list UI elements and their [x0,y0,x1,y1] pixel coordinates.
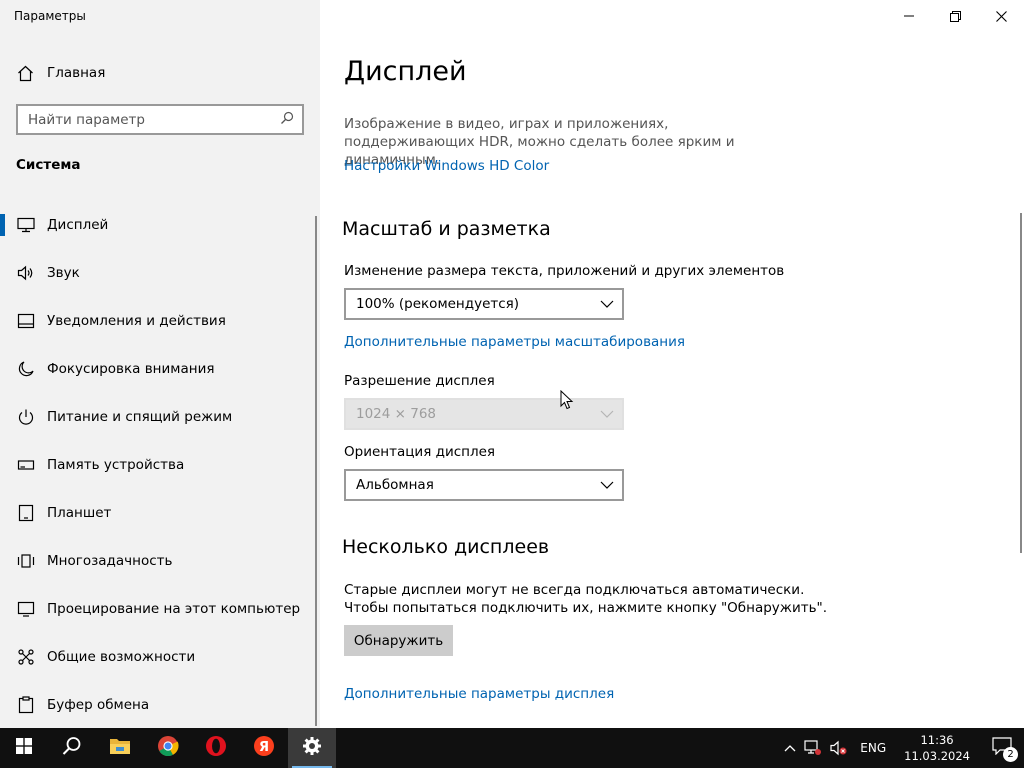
start-button[interactable] [0,728,48,768]
settings-search[interactable] [16,104,304,135]
sidebar-item-label: Буфер обмена [47,697,150,713]
resolution-label: Разрешение дисплея [344,373,495,389]
taskbar-yandex[interactable]: Я [240,728,288,768]
taskbar-settings[interactable] [288,728,336,768]
sidebar-nav: Дисплей Звук Уведомления и действия Фоку… [0,201,320,729]
hd-color-link[interactable]: Настройки Windows HD Color [344,158,549,174]
restore-button[interactable] [932,0,978,32]
file-explorer-icon [109,737,131,759]
orientation-dropdown[interactable]: Альбомная [344,469,624,501]
volume-muted-icon[interactable] [826,728,852,768]
chevron-down-icon [600,296,614,312]
clipboard-icon [16,695,36,715]
home-label: Главная [47,65,106,81]
project-icon [16,599,36,619]
sidebar-item-display[interactable]: Дисплей [0,201,320,249]
tablet-icon [16,503,36,523]
sidebar-item-label: Проецирование на этот компьютер [47,601,301,617]
scale-value: 100% (рекомендуется) [356,296,520,312]
sidebar-item-storage[interactable]: Память устройства [0,441,320,489]
language-indicator[interactable]: ENG [852,728,894,768]
moon-icon [16,359,36,379]
taskbar-chrome[interactable] [144,728,192,768]
yandex-icon: Я [253,735,275,761]
chevron-down-icon [600,406,614,422]
clock-time: 11:36 [920,733,954,747]
app-title: Параметры [14,9,86,23]
sidebar-item-focus[interactable]: Фокусировка внимания [0,345,320,393]
shared-icon [16,647,36,667]
main-content: Дисплей Изображение в видео, играх и при… [320,0,1024,728]
start-icon [16,738,32,758]
notification-count-badge: 2 [1003,747,1018,762]
sidebar-item-sound[interactable]: Звук [0,249,320,297]
multitask-icon [16,551,36,571]
sidebar-item-clipboard[interactable]: Буфер обмена [0,681,320,729]
main-scrollbar[interactable] [1020,213,1022,553]
sidebar-scrollbar[interactable] [315,216,317,726]
storage-icon [16,455,36,475]
chrome-icon [157,735,179,761]
home-icon [16,64,34,82]
speaker-icon [16,263,36,283]
action-center-button[interactable]: 2 [980,728,1024,768]
sidebar-item-label: Память устройства [47,457,185,473]
sidebar-item-label: Многозадачность [47,553,173,569]
sidebar-item-label: Звук [47,265,80,281]
network-icon[interactable] [800,728,826,768]
multi-display-desc-2: Чтобы попытаться подключить их, нажмите … [344,600,828,616]
section-title: Система [16,157,81,173]
taskbar-opera[interactable] [192,728,240,768]
minimize-button[interactable] [886,0,932,32]
opera-icon [205,735,227,761]
sidebar-item-power[interactable]: Питание и спящий режим [0,393,320,441]
sidebar-item-shared[interactable]: Общие возможности [0,633,320,681]
taskbar-explorer[interactable] [96,728,144,768]
sidebar-item-tablet[interactable]: Планшет [0,489,320,537]
search-icon [62,736,82,760]
settings-icon [302,736,322,760]
sidebar-item-label: Питание и спящий режим [47,409,233,425]
sidebar-item-multitasking[interactable]: Многозадачность [0,537,320,585]
power-icon [16,407,36,427]
show-hidden-icons[interactable] [780,728,800,768]
detect-button[interactable]: Обнаружить [344,625,453,656]
page-title: Дисплей [344,56,467,87]
multi-display-desc-1: Старые дисплеи могут не всегда подключат… [344,582,805,598]
resolution-value: 1024 × 768 [356,406,437,422]
clock[interactable]: 11:36 11.03.2024 [894,732,980,764]
orientation-value: Альбомная [356,477,434,493]
system-tray: ENG 11:36 11.03.2024 2 [780,728,1024,768]
svg-text:Я: Я [259,740,269,755]
window-controls [886,0,1024,32]
advanced-scaling-link[interactable]: Дополнительные параметры масштабирования [344,334,685,350]
monitor-icon [16,215,36,235]
home-nav-item[interactable]: Главная [0,56,320,90]
sidebar-item-notifications[interactable]: Уведомления и действия [0,297,320,345]
taskbar-search-button[interactable] [48,728,96,768]
sidebar-item-projecting[interactable]: Проецирование на этот компьютер [0,585,320,633]
search-icon[interactable] [280,111,294,129]
advanced-display-link[interactable]: Дополнительные параметры дисплея [344,686,614,702]
chevron-down-icon [600,477,614,493]
scale-dropdown[interactable]: 100% (рекомендуется) [344,288,624,320]
taskbar: Я ENG 11:36 11.03.2024 2 [0,728,1024,768]
sidebar-item-label: Планшет [47,505,112,521]
sidebar-item-label: Общие возможности [47,649,196,665]
notification-icon [16,311,36,331]
orientation-label: Ориентация дисплея [344,444,496,460]
clock-date: 11.03.2024 [904,749,970,763]
sidebar-item-label: Фокусировка внимания [47,361,215,377]
search-input[interactable] [28,111,280,128]
sidebar-item-label: Дисплей [47,217,109,233]
multi-display-section-title: Несколько дисплеев [342,536,550,558]
sidebar-item-label: Уведомления и действия [47,313,226,329]
scale-section-title: Масштаб и разметка [342,218,551,240]
mouse-cursor-icon [560,389,574,414]
resolution-dropdown[interactable]: 1024 × 768 [344,398,624,430]
sidebar: Параметры Главная Система Дисплей Звук [0,0,320,728]
scale-label: Изменение размера текста, приложений и д… [344,263,785,279]
close-button[interactable] [978,0,1024,32]
